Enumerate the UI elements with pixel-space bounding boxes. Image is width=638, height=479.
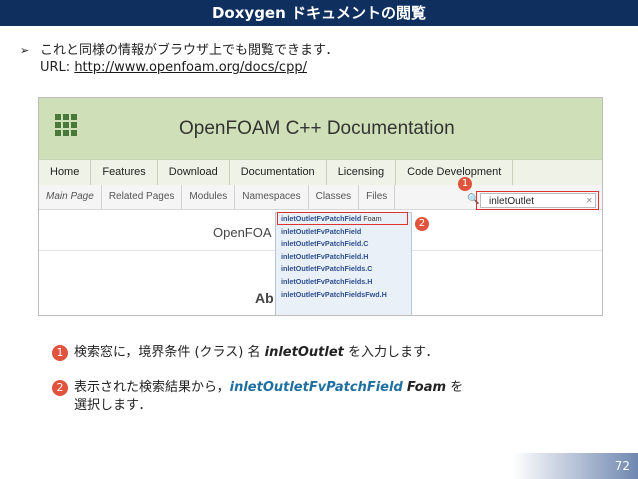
docs-url-link[interactable]: http://www.openfoam.org/docs/cpp/	[74, 60, 307, 75]
page-heading: OpenFOA	[213, 225, 272, 240]
url-label: URL:	[40, 60, 75, 75]
search-highlight-box	[476, 191, 599, 210]
tab-namespaces[interactable]: Namespaces	[235, 185, 309, 209]
nav-home[interactable]: Home	[39, 160, 92, 185]
nav-documentation[interactable]: Documentation	[230, 160, 327, 185]
search-result-item[interactable]: inletOutletFvPatchFields.H	[276, 276, 411, 289]
marker-2-badge: 2	[415, 217, 429, 231]
step-1-text: 検索窓に，境界条件 (クラス) 名 inletOutlet を入力します．	[74, 345, 439, 360]
nav-features[interactable]: Features	[91, 160, 158, 185]
nav-download[interactable]: Download	[158, 160, 230, 185]
openfoam-logo-icon	[55, 114, 77, 136]
intro-block: ➢ これと同様の情報がブラウザ上でも閲覧できます． URL: http://ww…	[20, 42, 339, 76]
nav-code-development[interactable]: Code Development	[396, 160, 514, 185]
tab-related-pages[interactable]: Related Pages	[102, 185, 183, 209]
tab-main-page[interactable]: Main Page	[39, 185, 102, 209]
slide-title: Doxygen ドキュメントの閲覧	[0, 0, 638, 26]
search-result-item[interactable]: inletOutletFvPatchFieldsFwd.H	[276, 289, 411, 302]
primary-nav: Home Features Download Documentation Lic…	[39, 159, 602, 186]
marker-1-badge: 1	[458, 177, 472, 191]
step-2-badge: 2	[52, 380, 68, 396]
site-header: OpenFOAM C++ Documentation	[39, 98, 602, 159]
embedded-screenshot: OpenFOAM C++ Documentation Home Features…	[38, 97, 603, 316]
search-result-item[interactable]: inletOutletFvPatchField	[276, 226, 411, 239]
bullet-arrow-icon: ➢	[20, 44, 30, 57]
search-result-item[interactable]: inletOutletFvPatchFields.C	[276, 263, 411, 276]
site-title: OpenFOAM C++ Documentation	[179, 118, 455, 139]
about-heading: Ab	[255, 290, 274, 306]
tab-classes[interactable]: Classes	[309, 185, 360, 209]
page-number: 72	[614, 459, 630, 473]
search-result-item[interactable]: inletOutletFvPatchField.C	[276, 238, 411, 251]
step-1-badge: 1	[52, 345, 68, 361]
search-result-item[interactable]: inletOutletFvPatchField.H	[276, 251, 411, 264]
step-2-text: 表示された検索結果から，inletOutletFvPatchField Foam…	[74, 380, 464, 413]
nav-licensing[interactable]: Licensing	[327, 160, 397, 185]
result-highlight-box	[277, 212, 408, 225]
intro-text: これと同様の情報がブラウザ上でも閲覧できます．	[40, 43, 339, 58]
search-results-dropdown: inletOutletFvPatchField Foam inletOutlet…	[275, 212, 412, 315]
intro-url-line: URL: http://www.openfoam.org/docs/cpp/	[40, 59, 338, 76]
tab-files[interactable]: Files	[359, 185, 396, 209]
tab-modules[interactable]: Modules	[182, 185, 236, 209]
